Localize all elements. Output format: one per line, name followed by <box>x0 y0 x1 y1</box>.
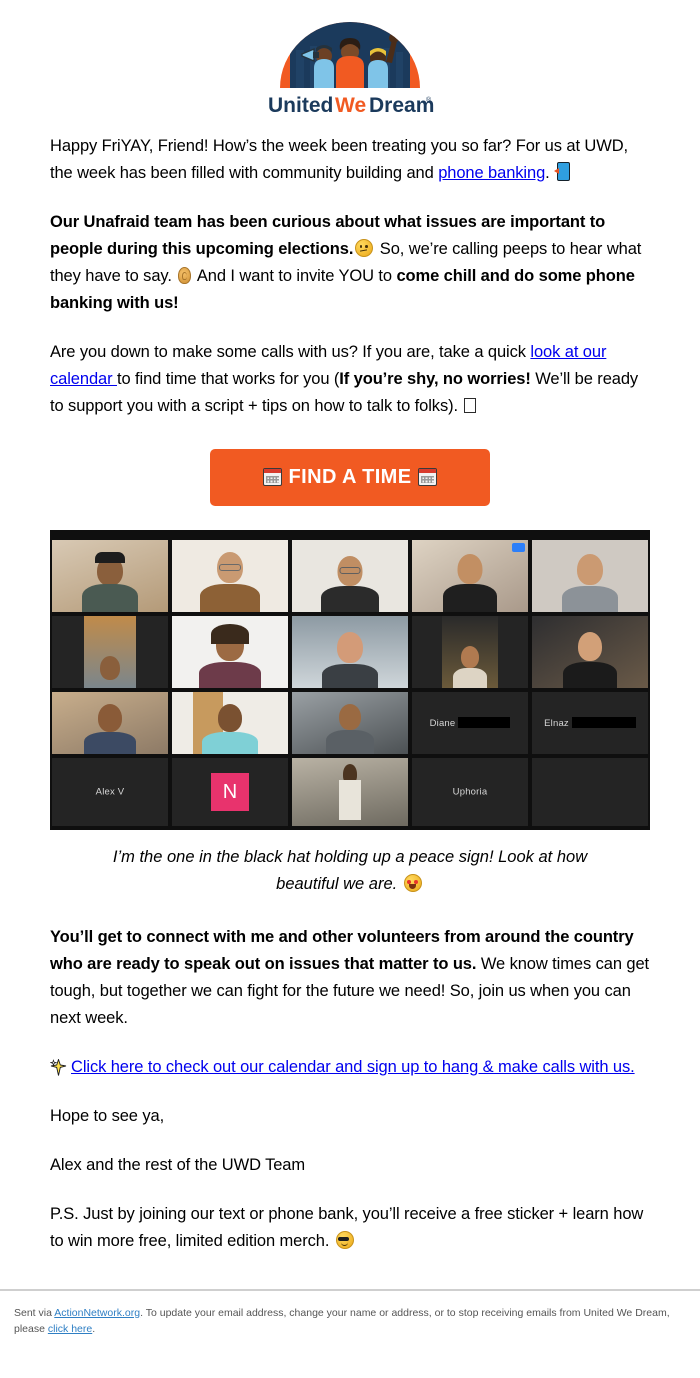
zoom-tile-participant <box>292 692 408 754</box>
paragraph-signature: Alex and the rest of the UWD Team <box>50 1156 306 1174</box>
calendar-text-mid: to find time that works for you ( <box>116 370 340 388</box>
zoom-participant-name: Alex V <box>95 786 125 798</box>
zoom-tile-name-only: Diane <box>412 692 528 754</box>
cta-container: FIND A TIME <box>50 442 650 530</box>
check-out-calendar-link[interactable]: Click here to check out our calendar and… <box>71 1058 635 1076</box>
unafraid-mid-text-2: And I want to invite YOU to <box>193 267 397 285</box>
shy-no-worries-bold: If you’re shy, no worries! <box>339 370 531 388</box>
svg-text:United: United <box>268 94 333 117</box>
redaction-bar <box>571 717 636 728</box>
redaction-bar <box>458 717 511 728</box>
logo-header: United We Dream ® <box>0 0 700 133</box>
action-network-link[interactable]: ActionNetwork.org <box>54 1307 140 1319</box>
zoom-participant-name: Diane <box>412 717 528 729</box>
svg-text:We: We <box>335 94 366 117</box>
paragraph-connect: You’ll get to connect with me and other … <box>50 924 650 1032</box>
zoom-tile-participant <box>292 616 408 688</box>
zoom-tile-name-only: Elnaz <box>532 692 648 754</box>
email-footer: Sent via ActionNetwork.org. To update yo… <box>0 1289 700 1363</box>
calendar-text-before-link: Are you down to make some calls with us?… <box>50 343 531 361</box>
sunglasses-face-emoji <box>335 1231 354 1249</box>
zoom-avatar-initial: N <box>211 773 249 811</box>
zoom-tile-name-only: Uphoria <box>412 758 528 826</box>
zoom-tile-active-speaker <box>412 540 528 612</box>
zoom-tile-participant <box>532 616 648 688</box>
footer-text: Sent via ActionNetwork.org. To update yo… <box>14 1305 686 1337</box>
zoom-tile-participant <box>412 616 528 688</box>
phone-banking-link[interactable]: phone banking <box>438 164 545 182</box>
email-content: Happy FriYAY, Friend! How’s the week bee… <box>0 133 700 1255</box>
paragraph-calendar-invite: Are you down to make some calls with us?… <box>50 339 650 420</box>
email-body: United We Dream ® Happy FriYAY, Friend! … <box>0 0 700 1363</box>
logo-illustration <box>280 22 420 88</box>
zoom-tile-name-only: Alex V <box>52 758 168 826</box>
zoom-row-4: Alex V N Uphoria <box>50 758 650 830</box>
zoom-tile-avatar: N <box>172 758 288 826</box>
svg-text:®: ® <box>426 96 432 104</box>
calendar-emoji-left <box>262 468 282 486</box>
zoom-tile-participant <box>52 692 168 754</box>
glowing-star-emoji <box>50 1059 67 1076</box>
smiling-face-with-hearts-emoji <box>403 874 422 892</box>
paragraph-unafraid-team: Our Unafraid team has been curious about… <box>50 209 650 317</box>
mobile-phone-emoji <box>554 162 571 181</box>
paragraph-signup-link: Click here to check out our calendar and… <box>50 1054 650 1081</box>
zoom-tile-participant <box>172 692 288 754</box>
ear-emoji <box>178 267 192 284</box>
zoom-participant-name: Uphoria <box>452 786 488 798</box>
zoom-row-1 <box>50 540 650 616</box>
unsubscribe-link[interactable]: click here <box>48 1323 92 1335</box>
zoom-name-text: Elnaz <box>544 718 569 729</box>
caption-text: I’m the one in the black hat holding up … <box>112 848 588 893</box>
zoom-tile-participant <box>292 540 408 612</box>
zoom-tile-participant <box>52 616 168 688</box>
zoom-row-2 <box>50 616 650 692</box>
paragraph-postscript: P.S. Just by joining our text or phone b… <box>50 1201 650 1255</box>
missing-glyph-box <box>464 398 477 413</box>
calendar-emoji-right <box>418 468 438 486</box>
zoom-call-screenshot: Diane Elnaz Alex V N Uphoria <box>50 530 650 830</box>
find-a-time-button[interactable]: FIND A TIME <box>209 449 491 506</box>
paragraph-hope-to-see: Hope to see ya, <box>50 1107 165 1125</box>
zoom-participant-name: Elnaz <box>532 717 648 729</box>
thinking-face-emoji <box>355 239 374 257</box>
zoom-tile-participant <box>172 616 288 688</box>
svg-text:Dream: Dream <box>369 94 434 117</box>
zoom-tile-empty <box>532 758 648 826</box>
zoom-tile-participant <box>532 540 648 612</box>
united-we-dream-logo: United We Dream ® <box>266 22 434 118</box>
zoom-row-3: Diane Elnaz <box>50 692 650 758</box>
zoom-name-text: Diane <box>429 718 456 729</box>
greeting-text-after-link: . <box>545 164 555 182</box>
footer-part-1: Sent via <box>14 1307 55 1319</box>
zoom-participant-badge <box>512 543 525 552</box>
cta-label: FIND A TIME <box>288 466 412 488</box>
image-caption: I’m the one in the black hat holding up … <box>50 844 650 898</box>
footer-part-3: . <box>92 1323 96 1335</box>
zoom-tile-participant <box>292 758 408 826</box>
zoom-tile-participant <box>52 540 168 612</box>
paragraph-greeting: Happy FriYAY, Friend! How’s the week bee… <box>50 133 650 187</box>
zoom-tile-participant <box>172 540 288 612</box>
logo-wordmark: United We Dream ® <box>268 94 434 117</box>
